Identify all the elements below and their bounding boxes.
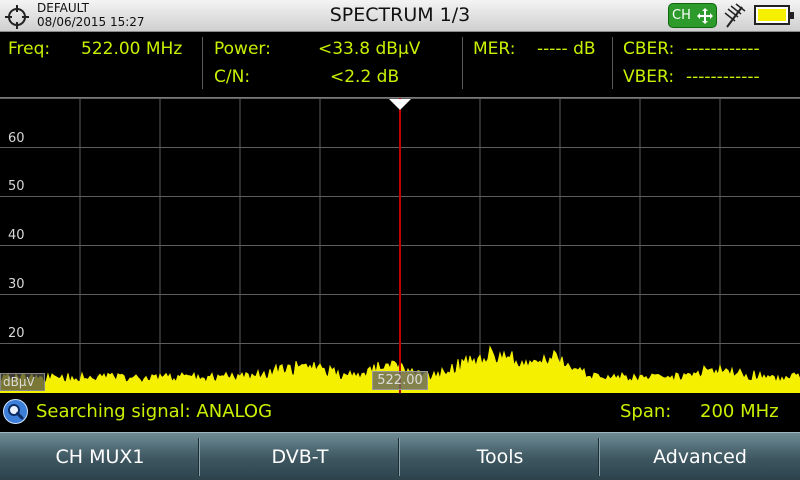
span-label: Span: (620, 401, 672, 422)
softkey-dvb-t[interactable]: DVB-T (200, 433, 400, 480)
battery-icon (754, 5, 794, 25)
y-tick: 20 (8, 326, 25, 341)
move-arrows-icon (697, 8, 713, 24)
y-tick: 30 (8, 277, 25, 292)
datetime: 08/06/2015 15:27 (37, 15, 145, 29)
status-bar: Searching signal: ANALOG Span: 200 MHz (0, 393, 800, 431)
top-bar: DEFAULT 08/06/2015 15:27 SPECTRUM 1/3 CH (0, 0, 800, 32)
cn-value: <2.2 dB (330, 67, 400, 87)
softkey-advanced[interactable]: Advanced (600, 433, 800, 480)
y-tick: 60 (8, 131, 25, 146)
cn-label: C/N: (214, 67, 251, 87)
ch-button-label: CH (672, 8, 691, 23)
search-icon (3, 399, 28, 424)
measurement-panel: Freq: 522.00 MHz Power: <33.8 dBµV C/N: … (0, 33, 800, 95)
freq-label: Freq: (8, 39, 51, 59)
freq-value[interactable]: 522.00 MHz (81, 39, 182, 59)
power-label: Power: (214, 39, 271, 59)
marker-frequency-label: 522.00 (372, 371, 428, 390)
softkey-ch-mux1[interactable]: CH MUX1 (0, 433, 200, 480)
profile-info: DEFAULT 08/06/2015 15:27 (37, 1, 145, 29)
mer-value: ----- dB (537, 39, 596, 59)
y-tick: 50 (8, 179, 25, 194)
cber-label: CBER: (623, 39, 675, 59)
unit-label: dBµV (0, 373, 45, 391)
softkey-bar: CH MUX1 DVB-T Tools Advanced (0, 432, 800, 480)
vber-label: VBER: (623, 67, 675, 87)
cber-value: ------------ (686, 39, 760, 59)
ch-button[interactable]: CH (668, 3, 717, 28)
marker-arrow-icon[interactable] (389, 99, 411, 110)
spectrum-plot[interactable]: 60 50 40 30 20 dBµV 522.00 (0, 97, 800, 393)
power-value: <33.8 dBµV (318, 39, 421, 59)
y-tick: 40 (8, 228, 25, 243)
status-message: Searching signal: ANALOG (36, 401, 273, 422)
spectrum-graph (0, 98, 800, 393)
antenna-icon (724, 3, 746, 28)
vber-value: ------------ (686, 67, 760, 87)
crosshair-icon[interactable] (4, 4, 30, 30)
span-value[interactable]: 200 MHz (700, 401, 779, 422)
softkey-tools[interactable]: Tools (400, 433, 600, 480)
profile-name: DEFAULT (37, 1, 89, 15)
mer-label: MER: (473, 39, 516, 59)
